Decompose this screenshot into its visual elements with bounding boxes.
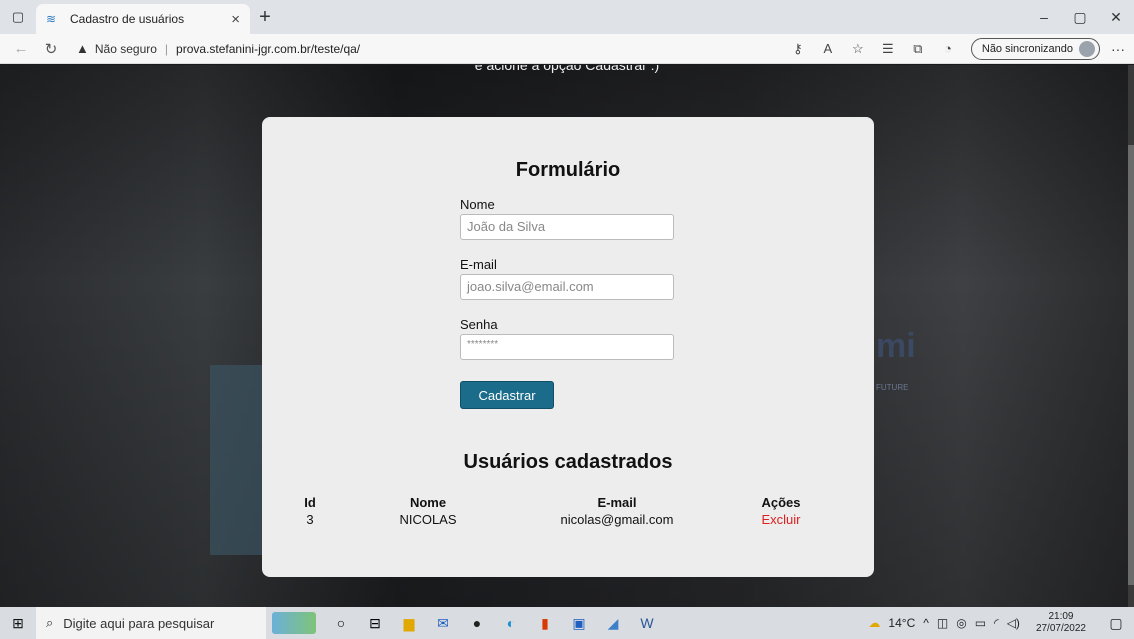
refresh-icon[interactable]: ↻ — [36, 40, 66, 58]
app-icon[interactable]: ◢ — [596, 615, 630, 632]
column-actions: Ações — [761, 495, 801, 510]
word-icon[interactable]: W — [630, 615, 664, 631]
favorite-add-icon[interactable]: ☆ — [843, 41, 873, 57]
security-label[interactable]: Não seguro — [95, 42, 157, 56]
collections-icon[interactable]: ⧉ — [903, 41, 933, 57]
more-options-icon[interactable]: ··· — [1108, 41, 1128, 57]
site-favicon-icon: ≋ — [46, 12, 57, 26]
network-icon[interactable]: ◎ — [956, 616, 966, 630]
mail-icon[interactable]: ✉ — [426, 615, 460, 632]
background-brand-sub: FUTURE — [876, 383, 909, 392]
wifi-icon[interactable]: ◜ — [994, 616, 999, 630]
name-field: Nome João da Silva — [460, 197, 674, 240]
news-widget-icon[interactable] — [272, 612, 316, 634]
taskbar-search[interactable]: ⌕ Digite aqui para pesquisar — [36, 607, 266, 639]
system-tray: ☁ 14°C ^ ◫ ◎ ▭ ◜ ◁) 21:09 27/07/2022 ▢ — [864, 611, 1134, 635]
obs-icon[interactable]: ● — [460, 615, 494, 631]
window-controls: – ▢ ✕ — [1026, 9, 1134, 26]
user-name: NICOLAS — [399, 512, 457, 527]
key-icon[interactable]: ⚷ — [783, 41, 813, 57]
url-text[interactable]: prova.stefanini-jgr.com.br/teste/qa/ — [176, 42, 360, 56]
password-label: Senha — [460, 317, 498, 332]
form-card: Formulário Nome João da Silva E-mail joa… — [262, 117, 874, 577]
password-input[interactable]: ******** — [460, 334, 674, 360]
task-view-icon[interactable]: ⊟ — [358, 615, 392, 632]
page-viewport: mi FUTURE e acione a opção Cadastrar :) … — [0, 65, 1134, 607]
email-label: E-mail — [460, 257, 497, 272]
users-title: Usuários cadastrados — [463, 451, 673, 473]
back-icon[interactable]: ← — [6, 40, 36, 57]
windows-start-icon[interactable]: ⊞ — [0, 615, 36, 632]
instruction-text: e acione a opção Cadastrar :) — [474, 65, 660, 73]
background-panel — [210, 365, 270, 555]
password-field: Senha ******** — [460, 317, 674, 360]
file-explorer-icon[interactable]: ▆ — [392, 615, 426, 632]
chevron-up-icon[interactable]: ^ — [923, 616, 929, 630]
clock-date: 27/07/2022 — [1035, 623, 1086, 634]
cadastrar-button[interactable]: Cadastrar — [460, 381, 554, 409]
name-input[interactable]: João da Silva — [460, 214, 674, 240]
temperature[interactable]: 14°C — [888, 616, 915, 630]
scrollbar-thumb[interactable] — [1128, 145, 1134, 585]
notification-icon[interactable]: ▢ — [1102, 615, 1130, 632]
minimize-button[interactable]: – — [1026, 9, 1062, 26]
volume-icon[interactable]: ◁) — [1007, 616, 1020, 630]
store-icon[interactable]: ▣ — [562, 615, 596, 632]
warning-icon[interactable]: ▲ — [76, 41, 89, 56]
windows-taskbar: ⊞ ⌕ Digite aqui para pesquisar ○ ⊟ ▆ ✉ ●… — [0, 607, 1134, 639]
email-field: E-mail joao.silva@email.com — [460, 257, 674, 300]
column-email: E-mail — [597, 495, 637, 510]
favorites-icon[interactable]: ☰ — [873, 41, 903, 57]
sync-status-button[interactable]: Não sincronizando — [970, 37, 1100, 60]
delete-link[interactable]: Excluir — [746, 512, 816, 527]
clock[interactable]: 21:09 27/07/2022 — [1032, 611, 1090, 635]
browser-tab[interactable]: ≋ Cadastro de usuários × — [36, 4, 250, 34]
restore-button[interactable]: ▢ — [1062, 9, 1098, 26]
user-id: 3 — [306, 512, 314, 527]
browser-tab-bar: ▢ ≋ Cadastro de usuários × + – ▢ ✕ — [0, 0, 1134, 34]
avatar — [1079, 40, 1095, 57]
read-aloud-icon[interactable]: A — [813, 41, 843, 56]
taskbar-apps: ○ ⊟ ▆ ✉ ● ◐ ▮ ▣ ◢ W — [272, 612, 664, 634]
cortana-icon[interactable]: ○ — [324, 615, 358, 631]
sync-label: Não sincronizando — [981, 42, 1073, 55]
address-bar[interactable]: ▲ Não seguro | prova.stefanini-jgr.com.b… — [76, 41, 783, 56]
clock-time: 21:09 — [1048, 611, 1074, 622]
name-label: Nome — [460, 197, 495, 212]
column-id: Id — [304, 495, 316, 510]
close-window-button[interactable]: ✕ — [1098, 9, 1134, 26]
office-icon[interactable]: ▮ — [528, 615, 562, 632]
tab-actions-icon[interactable]: ▢ — [0, 0, 36, 34]
column-name: Nome — [409, 495, 447, 510]
tray-app-icon[interactable]: ◫ — [937, 616, 948, 630]
new-tab-button[interactable]: + — [250, 6, 280, 29]
toolbar-tools: ⚷ A ☆ ☰ ⧉ ◔ — [783, 41, 963, 57]
history-icon[interactable]: ◔ — [933, 41, 963, 56]
search-placeholder: Digite aqui para pesquisar — [63, 615, 215, 631]
user-email: nicolas@gmail.com — [560, 512, 674, 527]
weather-icon[interactable]: ☁ — [868, 616, 880, 630]
battery-icon[interactable]: ▭ — [975, 616, 986, 630]
tab-close-icon[interactable]: × — [231, 11, 240, 28]
email-input[interactable]: joao.silva@email.com — [460, 274, 674, 300]
edge-icon[interactable]: ◐ — [494, 615, 528, 631]
tab-title: Cadastro de usuários — [70, 12, 185, 26]
address-separator: | — [164, 41, 169, 56]
background-brand-mark: mi — [876, 327, 916, 365]
form-title: Formulário — [515, 159, 621, 181]
search-icon: ⌕ — [46, 615, 54, 630]
browser-toolbar: ← ↻ ▲ Não seguro | prova.stefanini-jgr.c… — [0, 34, 1134, 64]
